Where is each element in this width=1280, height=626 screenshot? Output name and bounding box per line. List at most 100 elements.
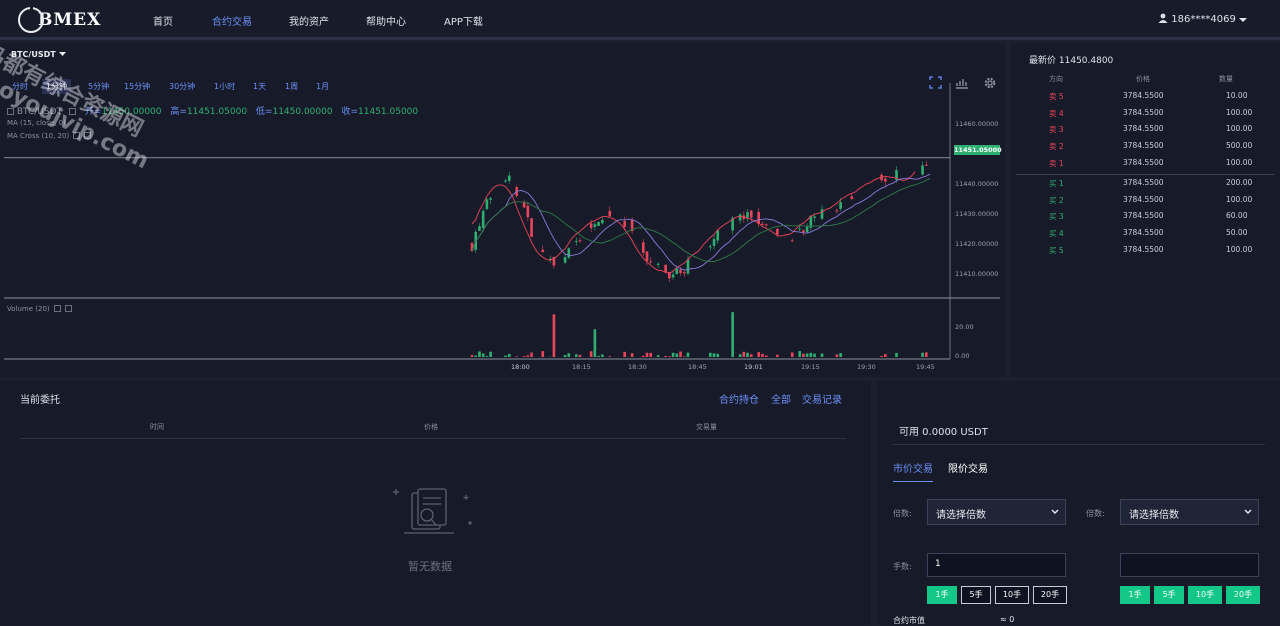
buy-order-row[interactable]: 买 43784.550050.00 xyxy=(1011,224,1280,240)
ma-series-line xyxy=(472,172,915,274)
quick-1-hand-2[interactable]: 1手 xyxy=(1120,586,1150,604)
buy-order-row[interactable]: 买 23784.5500100.00 xyxy=(1011,191,1280,207)
volume-bar xyxy=(601,354,604,357)
volume-bar xyxy=(608,356,611,357)
latest-price-value: 11450.4800 xyxy=(1059,56,1113,66)
tab-limit-order[interactable]: 限价交易 xyxy=(948,460,988,475)
volume-bar xyxy=(716,354,719,357)
candle-body xyxy=(579,240,582,241)
quick-5-hands[interactable]: 5手 xyxy=(961,586,991,604)
volume-bar xyxy=(679,352,682,357)
nav-item-my-assets[interactable]: 我的资产 xyxy=(289,13,329,28)
volume-tick: 20.00 xyxy=(955,323,974,331)
caret-down-icon xyxy=(1239,17,1247,23)
brand-logo[interactable]: BMEX xyxy=(18,7,101,33)
volume-bar xyxy=(731,312,734,357)
candle-body xyxy=(482,211,485,228)
volume-bar xyxy=(515,356,518,357)
sell-order-row[interactable]: 卖 43784.5500100.00 xyxy=(1011,104,1280,120)
candle-body xyxy=(575,241,578,242)
candle-body xyxy=(802,230,805,232)
volume-bar xyxy=(489,352,492,357)
buy-order-row[interactable]: 买 53784.5500100.00 xyxy=(1011,241,1280,257)
nav-item-app-download[interactable]: APP下载 xyxy=(444,13,483,28)
multiplier-select-value: 请选择倍数 xyxy=(936,510,986,521)
sell-price: 3784.5500 xyxy=(1123,108,1164,117)
candle-body xyxy=(679,270,682,273)
quick-20-hands-2[interactable]: 20手 xyxy=(1226,586,1260,604)
volume-bar xyxy=(471,355,474,357)
candle-body xyxy=(925,165,928,166)
hands-input-value: 1 xyxy=(935,559,941,569)
candle-body xyxy=(649,261,652,262)
quick-1-hand[interactable]: 1手 xyxy=(927,586,957,604)
buy-side: 买 2 xyxy=(1049,195,1064,206)
candle-body xyxy=(672,275,675,278)
sell-order-row[interactable]: 卖 33784.5500100.00 xyxy=(1011,120,1280,136)
multiplier-select-2[interactable]: 请选择倍数 xyxy=(1120,499,1259,525)
candle-body xyxy=(541,250,544,252)
trade-panel: 可用 0.0000 USDT 市价交易 限价交易 倍数: 请选择倍数 倍数: 请… xyxy=(877,381,1280,625)
quick-10-hands[interactable]: 10手 xyxy=(995,586,1029,604)
volume-bar xyxy=(523,356,526,357)
time-tick: 18:00 xyxy=(511,363,530,371)
candle-body xyxy=(478,226,481,231)
sell-side: 卖 1 xyxy=(1049,158,1064,169)
candle-body xyxy=(664,265,667,273)
time-tick: 19:45 xyxy=(916,363,935,371)
volume-bar xyxy=(579,355,582,357)
volume-bar xyxy=(642,356,645,357)
buy-qty: 50.00 xyxy=(1226,228,1247,237)
candle-body xyxy=(683,272,686,273)
sell-order-row[interactable]: 卖 2 3784.5500 500.00 xyxy=(1011,137,1280,153)
sell-qty: 10.00 xyxy=(1226,91,1247,100)
sell-price: 3784.5500 xyxy=(1123,91,1164,100)
nav-item-contract-trading[interactable]: 合约交易 xyxy=(212,13,252,28)
tab-market-order[interactable]: 市价交易 xyxy=(893,460,933,482)
volume-bar xyxy=(921,353,924,357)
candle-body xyxy=(568,248,571,257)
candle-body xyxy=(646,251,649,261)
nav-item-home[interactable]: 首页 xyxy=(153,13,173,28)
hands-input-2[interactable] xyxy=(1120,553,1259,577)
brand-name: BMEX xyxy=(38,10,101,30)
sell-side: 卖 2 xyxy=(1049,141,1064,152)
buy-order-row[interactable]: 买 33784.550060.00 xyxy=(1011,207,1280,223)
sell-qty: 100.00 xyxy=(1226,124,1252,133)
buy-order-row[interactable]: 买 13784.5500200.00 xyxy=(1011,174,1280,190)
volume-bar xyxy=(884,354,887,357)
ob-header-qty: 数量 xyxy=(1219,74,1233,84)
candle-body xyxy=(746,212,749,217)
multiplier-select[interactable]: 请选择倍数 xyxy=(927,499,1066,525)
sell-order-row[interactable]: 卖 13784.5500100.00 xyxy=(1011,154,1280,170)
user-menu[interactable]: 186****4069 xyxy=(1158,13,1250,25)
quick-5-hands-2[interactable]: 5手 xyxy=(1154,586,1184,604)
quick-10-hands-2[interactable]: 10手 xyxy=(1188,586,1222,604)
hands-input[interactable]: 1 xyxy=(927,553,1066,577)
volume-bar xyxy=(504,356,507,357)
quick-20-hands[interactable]: 20手 xyxy=(1033,586,1067,604)
volume-bar xyxy=(798,351,801,357)
candlestick-chart[interactable] xyxy=(0,43,1005,377)
volume-bar xyxy=(836,354,839,357)
sell-order-row[interactable]: 卖 53784.550010.00 xyxy=(1011,87,1280,103)
sell-price: 3784.5500 xyxy=(1123,141,1164,150)
volume-bar xyxy=(646,353,649,357)
ma-cross-slow-line xyxy=(472,179,930,262)
volume-bar xyxy=(739,354,742,357)
col-header-time: 时间 xyxy=(150,422,164,432)
all-link[interactable]: 全部 xyxy=(771,391,791,406)
buy-side: 买 5 xyxy=(1049,245,1064,256)
candle-body xyxy=(623,221,626,227)
volume-bar xyxy=(925,352,928,357)
trade-history-link[interactable]: 交易记录 xyxy=(802,391,842,406)
positions-link[interactable]: 合约持仓 xyxy=(719,391,759,406)
candle-body xyxy=(813,216,816,217)
sell-qty: 500.00 xyxy=(1226,141,1252,150)
volume-bar xyxy=(895,353,898,357)
empty-state-text: 暂无数据 xyxy=(408,558,452,574)
volume-bar xyxy=(553,314,556,357)
nav-item-help-center[interactable]: 帮助中心 xyxy=(366,13,406,28)
candle-body xyxy=(716,230,719,240)
volume-bar xyxy=(802,354,805,357)
